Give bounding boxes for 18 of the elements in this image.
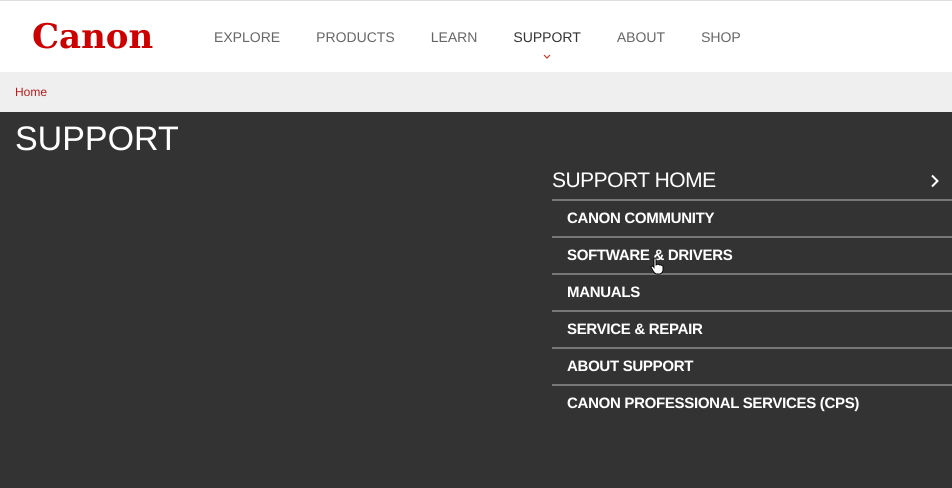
menu-link[interactable]: CANON COMMUNITY [552, 201, 952, 238]
nav-link[interactable]: SHOP [701, 24, 741, 48]
chevron-right-icon [930, 174, 940, 188]
nav-link[interactable]: LEARN [430, 24, 478, 48]
menu-link[interactable]: SERVICE & REPAIR [552, 312, 952, 349]
nav-link[interactable]: ABOUT [616, 24, 666, 48]
menu-link[interactable]: MANUALS [552, 275, 952, 312]
menu-link[interactable]: CANON PROFESSIONAL SERVICES (CPS) [552, 386, 952, 421]
caret-icon [543, 54, 552, 58]
page-title: SUPPORT [15, 120, 179, 159]
nav-link[interactable]: SUPPORT [513, 24, 581, 48]
nav-link[interactable]: EXPLORE [214, 24, 280, 48]
breadcrumb-link[interactable]: Home [15, 85, 48, 99]
menu-link[interactable]: ABOUT SUPPORT [552, 349, 952, 386]
canon-logo[interactable]: Canon [32, 20, 214, 54]
menu-link[interactable]: SOFTWARE & DRIVERS [552, 238, 952, 275]
support-home-link[interactable]: SUPPORT HOME [552, 162, 952, 201]
nav-link[interactable]: PRODUCTS [316, 24, 395, 48]
